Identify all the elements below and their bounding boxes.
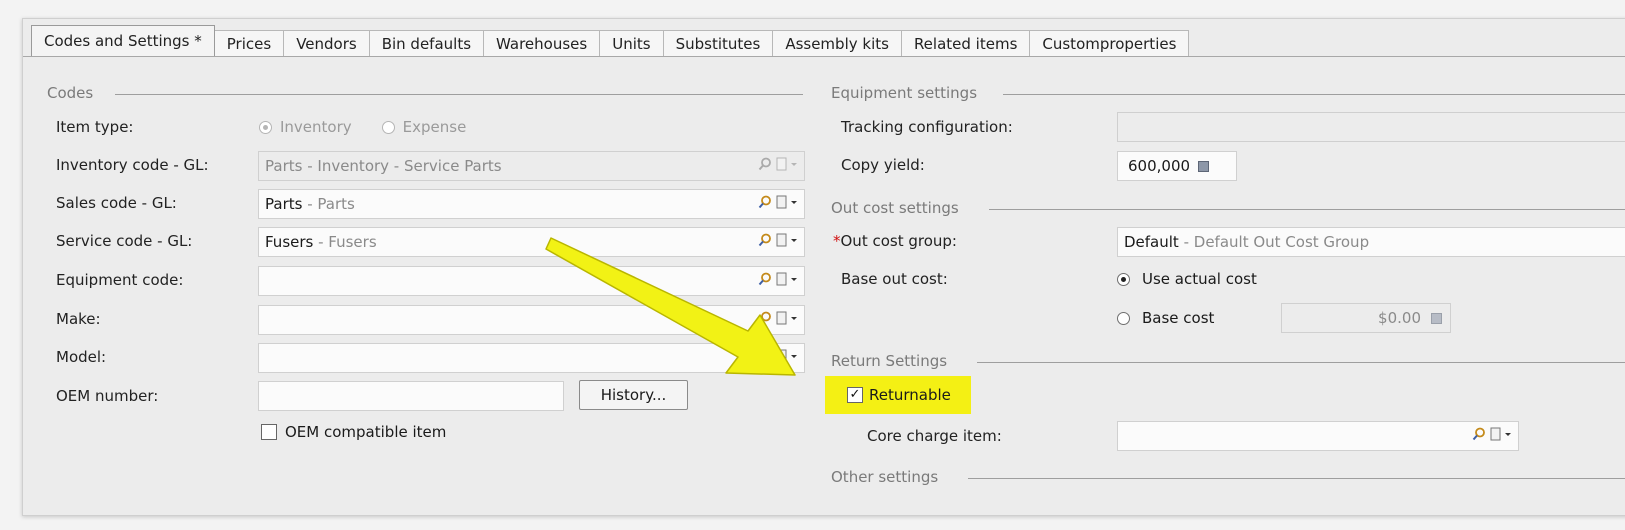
annotation-arrow <box>545 237 796 376</box>
item-settings-window: Codes and Settings * Prices Vendors Bin … <box>22 18 1625 516</box>
